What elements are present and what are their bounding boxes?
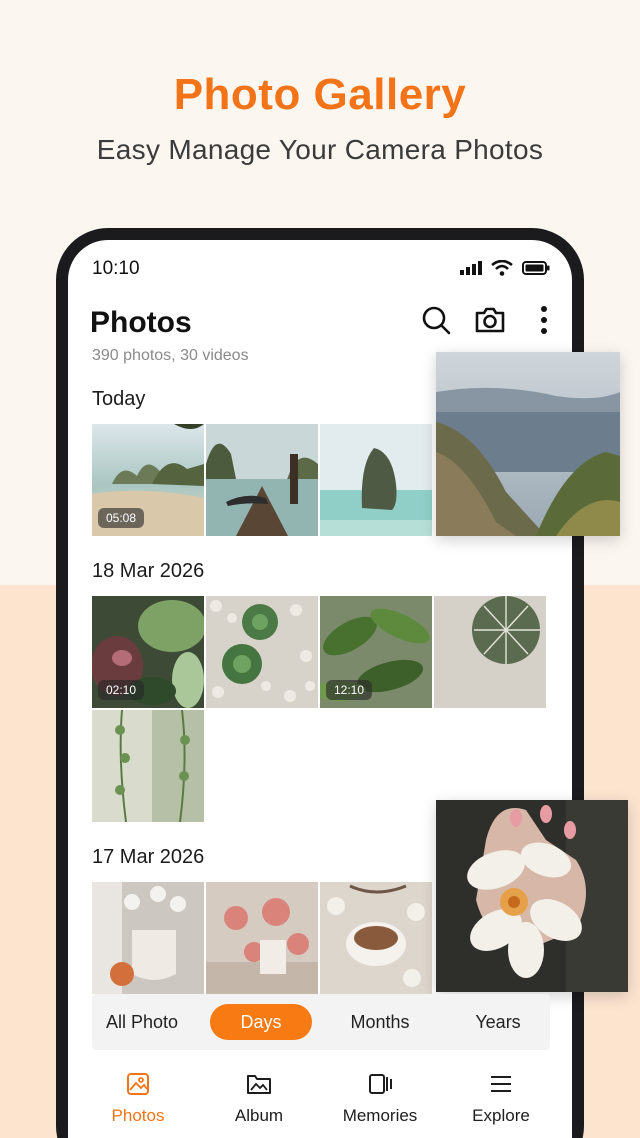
photo-thumbnail-tropical-leaves[interactable]: 12:10 — [320, 596, 432, 708]
signal-icon — [460, 261, 482, 280]
nav-item-album[interactable]: Album — [199, 1070, 319, 1126]
tab-all-photo[interactable]: All Photo — [92, 1004, 192, 1040]
tab-years[interactable]: Years — [448, 1004, 548, 1040]
video-duration-badge: 02:10 — [98, 680, 145, 700]
floating-photo-mountain-lake[interactable] — [436, 352, 620, 536]
page-title: Photos — [90, 306, 192, 339]
nav-label: Album — [234, 1106, 284, 1125]
photo-thumbnail-longtail-boat[interactable] — [206, 424, 318, 536]
photo-thumbnail-cotton-mug[interactable] — [92, 882, 204, 994]
photo-thumbnail-flowers-table[interactable] — [206, 882, 318, 994]
folder-image-icon — [199, 1070, 319, 1098]
photo-thumbnail-beach-cliffs[interactable]: 05:08 — [92, 424, 204, 536]
memories-icon — [320, 1070, 440, 1098]
photo-thumbnail-sea-rock[interactable] — [320, 424, 432, 536]
section-label-17-mar-2026: 17 Mar 2026 — [92, 846, 205, 868]
nav-label: Photos — [111, 1106, 165, 1125]
wifi-icon — [491, 259, 513, 281]
camera-icon[interactable] — [472, 302, 508, 338]
search-icon[interactable] — [418, 302, 454, 338]
status-time: 10:10 — [92, 258, 140, 279]
video-duration-badge: 05:08 — [98, 508, 145, 528]
nav-item-memories[interactable]: Memories — [320, 1070, 440, 1126]
promo-subtitle: Easy Manage Your Camera Photos — [96, 134, 544, 165]
battery-icon — [522, 261, 550, 280]
image-icon — [78, 1070, 198, 1098]
tab-months[interactable]: Months — [330, 1004, 430, 1040]
nav-label: Explore — [472, 1106, 530, 1125]
photo-thumbnail-leafy-plants[interactable]: 02:10 — [92, 596, 204, 708]
promo-title: Photo Gallery — [173, 70, 467, 119]
tab-days[interactable]: Days — [210, 1004, 312, 1040]
photo-count: 390 photos, 30 videos — [92, 347, 249, 364]
floating-photo-white-flower-hand[interactable] — [436, 800, 628, 992]
nav-item-explore[interactable]: Explore — [441, 1070, 561, 1126]
video-duration-badge: 12:10 — [326, 680, 373, 700]
section-label-today: Today — [92, 388, 146, 410]
photo-thumbnail-hanging-vines[interactable] — [92, 710, 204, 822]
photo-thumbnail-succulents-pebbles[interactable] — [206, 596, 318, 708]
bottom-nav: Photos Album Memories Explore — [68, 1060, 572, 1138]
status-icons — [460, 259, 550, 281]
nav-item-photos[interactable]: Photos — [78, 1070, 198, 1126]
view-tabs: All Photo Days Months Years — [92, 994, 550, 1050]
photo-thumbnail-cactus-closeup[interactable] — [434, 596, 546, 708]
nav-label: Memories — [342, 1106, 418, 1125]
photo-thumbnail-coffee-cup[interactable] — [320, 882, 432, 994]
more-vertical-icon[interactable] — [526, 302, 562, 338]
menu-icon — [441, 1070, 561, 1098]
section-label-18-mar-2026: 18 Mar 2026 — [92, 560, 205, 582]
